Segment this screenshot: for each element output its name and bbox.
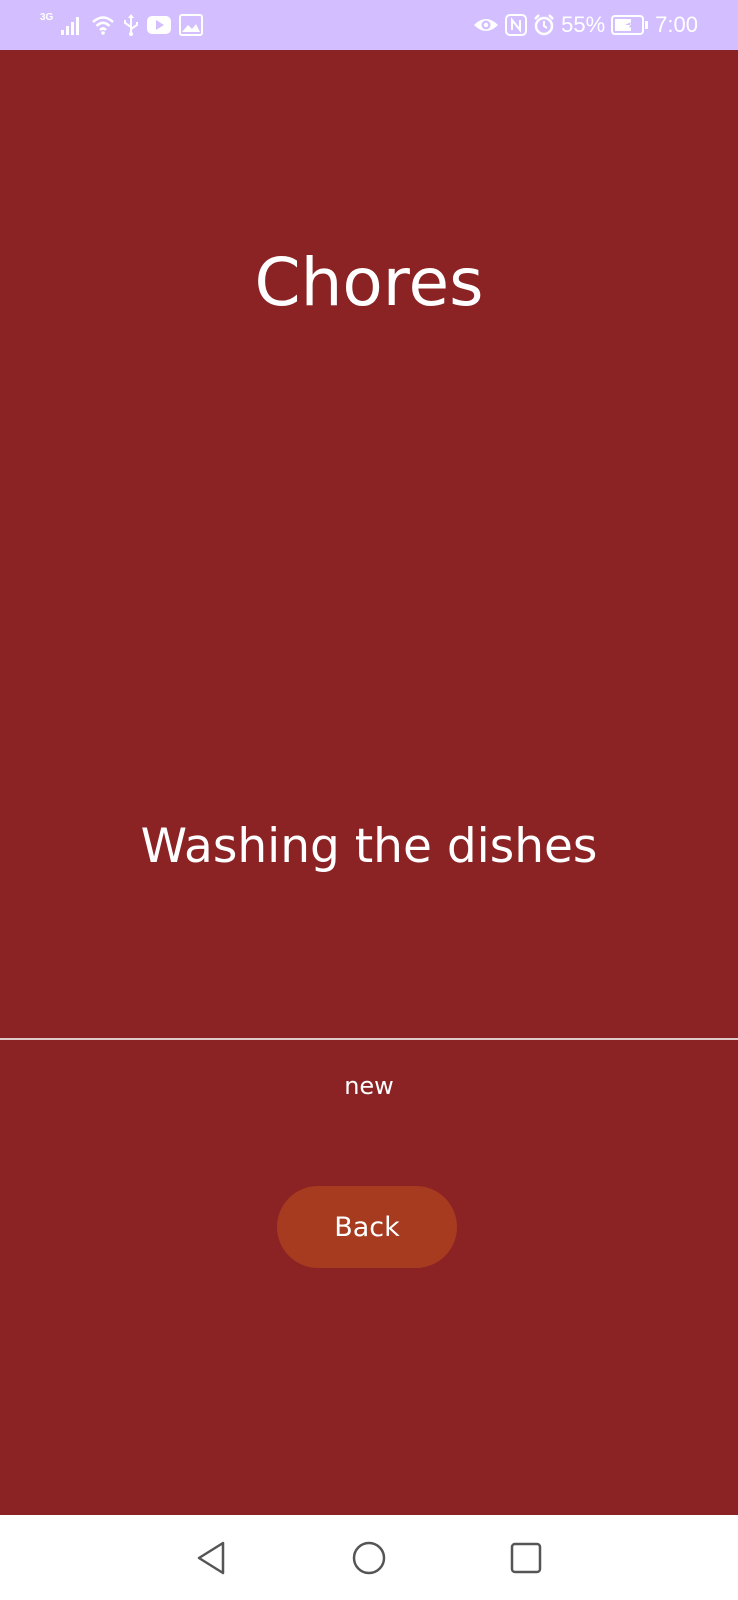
alarm-icon (533, 14, 555, 36)
usb-icon (123, 14, 139, 36)
chore-detail-screen: Chores Washing the dishes new Back (0, 50, 738, 1515)
nfc-icon (505, 14, 528, 36)
chore-status: new (344, 1072, 394, 1100)
back-button[interactable]: Back (277, 1186, 457, 1268)
status-left-icons: 3G (40, 10, 204, 40)
page-title: Chores (254, 244, 484, 321)
nav-recents-button[interactable] (503, 1535, 549, 1581)
back-triangle-icon (195, 1540, 227, 1576)
youtube-icon (147, 16, 172, 34)
clock-time: 7:00 (655, 12, 698, 37)
battery-percent: 55% (561, 12, 606, 37)
chore-name: Washing the dishes (140, 819, 598, 874)
system-nav-bar (0, 1515, 738, 1600)
nav-back-button[interactable] (188, 1535, 234, 1581)
wifi-icon (91, 15, 115, 35)
eye-icon (473, 16, 499, 34)
image-icon (179, 14, 204, 36)
home-circle-icon (351, 1540, 387, 1576)
status-right-icons: 55% 7:00 (473, 10, 698, 40)
recents-square-icon (510, 1542, 542, 1574)
battery-icon (611, 14, 649, 36)
nav-home-button[interactable] (346, 1535, 392, 1581)
status-bar: 3G 55% 7:00 (0, 0, 738, 50)
network-type-label: 3G (40, 11, 54, 23)
divider (0, 1038, 738, 1040)
signal-icon (61, 15, 83, 35)
